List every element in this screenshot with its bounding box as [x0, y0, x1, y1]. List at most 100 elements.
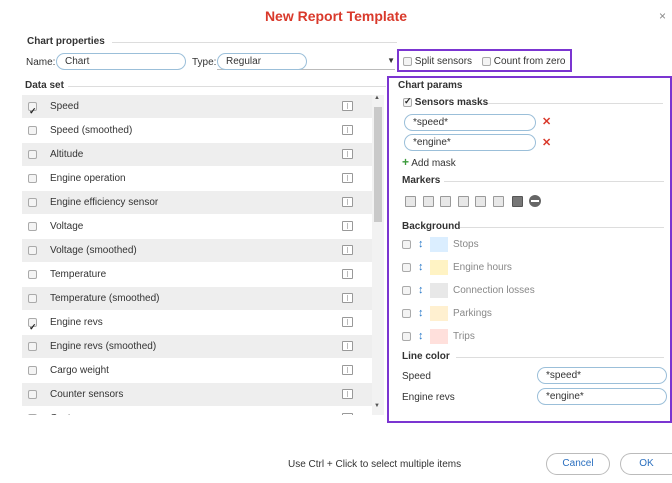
- sensors-masks-checkbox[interactable]: Sensors masks: [403, 96, 489, 108]
- parking-marker-icon[interactable]: [512, 196, 523, 207]
- list-item[interactable]: Engine efficiency sensor: [22, 191, 372, 214]
- thefts-marker-icon[interactable]: [423, 196, 434, 207]
- list-item-checkbox[interactable]: [28, 174, 37, 183]
- data-set-list[interactable]: Speed Speed (smoothed) Altitude Engine o…: [22, 95, 372, 415]
- grid-icon[interactable]: [342, 365, 353, 375]
- list-item[interactable]: Temperature: [22, 263, 372, 286]
- background-item-checkbox[interactable]: [402, 309, 411, 318]
- list-item[interactable]: Counter sensors: [22, 383, 372, 406]
- close-icon[interactable]: ×: [659, 9, 666, 23]
- list-item[interactable]: Engine operation: [22, 167, 372, 190]
- background-item-checkbox[interactable]: [402, 263, 411, 272]
- arrows-vertical-icon[interactable]: ↕: [418, 302, 424, 325]
- list-item-checkbox[interactable]: [28, 126, 37, 135]
- background-item[interactable]: ↕ Trips: [398, 325, 666, 348]
- scrollbar-thumb[interactable]: [374, 107, 382, 222]
- list-item[interactable]: Engine revs (smoothed): [22, 335, 372, 358]
- grid-icon[interactable]: [342, 341, 353, 351]
- grid-icon[interactable]: [342, 173, 353, 183]
- scroll-down-icon[interactable]: ▼: [374, 403, 380, 409]
- type-label: Type:: [192, 57, 217, 68]
- split-sensors-label: Split sensors: [414, 56, 473, 67]
- list-item-checkbox[interactable]: [28, 390, 37, 399]
- grid-icon[interactable]: [342, 221, 353, 231]
- count-from-zero-checkbox[interactable]: Count from zero: [482, 56, 565, 67]
- list-item-checkbox[interactable]: [28, 100, 37, 123]
- grid-icon[interactable]: [342, 389, 353, 399]
- list-item-checkbox[interactable]: [28, 150, 37, 159]
- color-swatch[interactable]: [430, 237, 448, 252]
- background-item-checkbox[interactable]: [402, 332, 411, 341]
- color-swatch[interactable]: [430, 306, 448, 321]
- list-item[interactable]: Speed: [22, 95, 372, 123]
- grid-icon[interactable]: [342, 149, 353, 159]
- arrows-vertical-icon[interactable]: ↕: [418, 233, 424, 256]
- scroll-up-icon[interactable]: ▲: [374, 95, 380, 101]
- list-item-checkbox[interactable]: [28, 270, 37, 279]
- grid-icon[interactable]: [342, 317, 353, 327]
- mask-input-speed[interactable]: *speed*: [404, 114, 536, 131]
- list-item-checkbox[interactable]: [28, 246, 37, 255]
- color-swatch[interactable]: [430, 329, 448, 344]
- list-item-checkbox[interactable]: [28, 414, 37, 415]
- list-item-checkbox[interactable]: [28, 366, 37, 375]
- remove-mask-icon[interactable]: ✕: [542, 136, 551, 149]
- line-color-divider: [456, 357, 664, 358]
- split-sensors-checkbox[interactable]: Split sensors: [403, 56, 472, 67]
- arrows-vertical-icon[interactable]: ↕: [418, 279, 424, 302]
- name-label: Name:: [26, 57, 56, 68]
- remove-mask-icon[interactable]: ✕: [542, 115, 551, 128]
- background-item-checkbox[interactable]: [402, 240, 411, 249]
- list-item[interactable]: Speed (smoothed): [22, 119, 372, 142]
- grid-icon[interactable]: [342, 125, 353, 135]
- list-item-checkbox[interactable]: [28, 342, 37, 351]
- background-item[interactable]: ↕ Parkings: [398, 302, 666, 325]
- color-swatch[interactable]: [430, 260, 448, 275]
- background-item-checkbox[interactable]: [402, 286, 411, 295]
- minus-circle-icon[interactable]: [529, 195, 541, 207]
- background-item[interactable]: ↕ Engine hours: [398, 256, 666, 279]
- list-item-label: Engine revs (smoothed): [50, 341, 157, 352]
- list-item[interactable]: Cargo weight: [22, 359, 372, 382]
- grid-icon[interactable]: [342, 293, 353, 303]
- line-color-input-speed[interactable]: *speed*: [537, 367, 667, 384]
- list-item-checkbox[interactable]: [28, 222, 37, 231]
- cancel-button[interactable]: Cancel: [546, 453, 610, 475]
- add-mask-button[interactable]: + Add mask: [402, 155, 456, 169]
- mask-input-engine[interactable]: *engine*: [404, 134, 536, 151]
- split-sensors-check[interactable]: [403, 56, 412, 66]
- images-marker-icon[interactable]: [475, 196, 486, 207]
- grid-icon[interactable]: [342, 101, 353, 111]
- name-input[interactable]: Chart: [56, 53, 186, 70]
- events-marker-icon[interactable]: [458, 196, 469, 207]
- sensors-masks-label: Sensors masks: [414, 97, 489, 108]
- list-item[interactable]: Altitude: [22, 143, 372, 166]
- list-item[interactable]: Voltage: [22, 215, 372, 238]
- list-item-checkbox[interactable]: [28, 198, 37, 207]
- list-item[interactable]: Temperature (smoothed): [22, 287, 372, 310]
- color-swatch[interactable]: [430, 283, 448, 298]
- grid-icon[interactable]: [342, 413, 353, 415]
- list-item[interactable]: Engine revs: [22, 311, 372, 339]
- list-item-checkbox[interactable]: [28, 294, 37, 303]
- grid-icon[interactable]: [342, 197, 353, 207]
- fuel-marker-icon[interactable]: [440, 196, 451, 207]
- type-select[interactable]: Regular ▼: [217, 53, 395, 70]
- arrows-vertical-icon[interactable]: ↕: [418, 256, 424, 279]
- arrows-vertical-icon[interactable]: ↕: [418, 325, 424, 348]
- grid-icon[interactable]: [342, 245, 353, 255]
- list-item[interactable]: Voltage (smoothed): [22, 239, 372, 262]
- sensors-masks-check[interactable]: [403, 96, 412, 107]
- line-color-input-engine[interactable]: *engine*: [537, 388, 667, 405]
- background-item[interactable]: ↕ Connection losses: [398, 279, 666, 302]
- count-from-zero-check[interactable]: [482, 56, 491, 66]
- list-item[interactable]: Custom sensors: [22, 407, 372, 415]
- fillings-marker-icon[interactable]: [405, 196, 416, 207]
- grid-icon[interactable]: [342, 269, 353, 279]
- plus-icon: +: [402, 155, 410, 169]
- ok-button[interactable]: OK: [620, 453, 672, 475]
- background-item[interactable]: ↕ Stops: [398, 233, 666, 256]
- line-color-label: Engine revs: [402, 392, 455, 403]
- list-item-checkbox[interactable]: [28, 316, 37, 339]
- video-marker-icon[interactable]: [493, 196, 504, 207]
